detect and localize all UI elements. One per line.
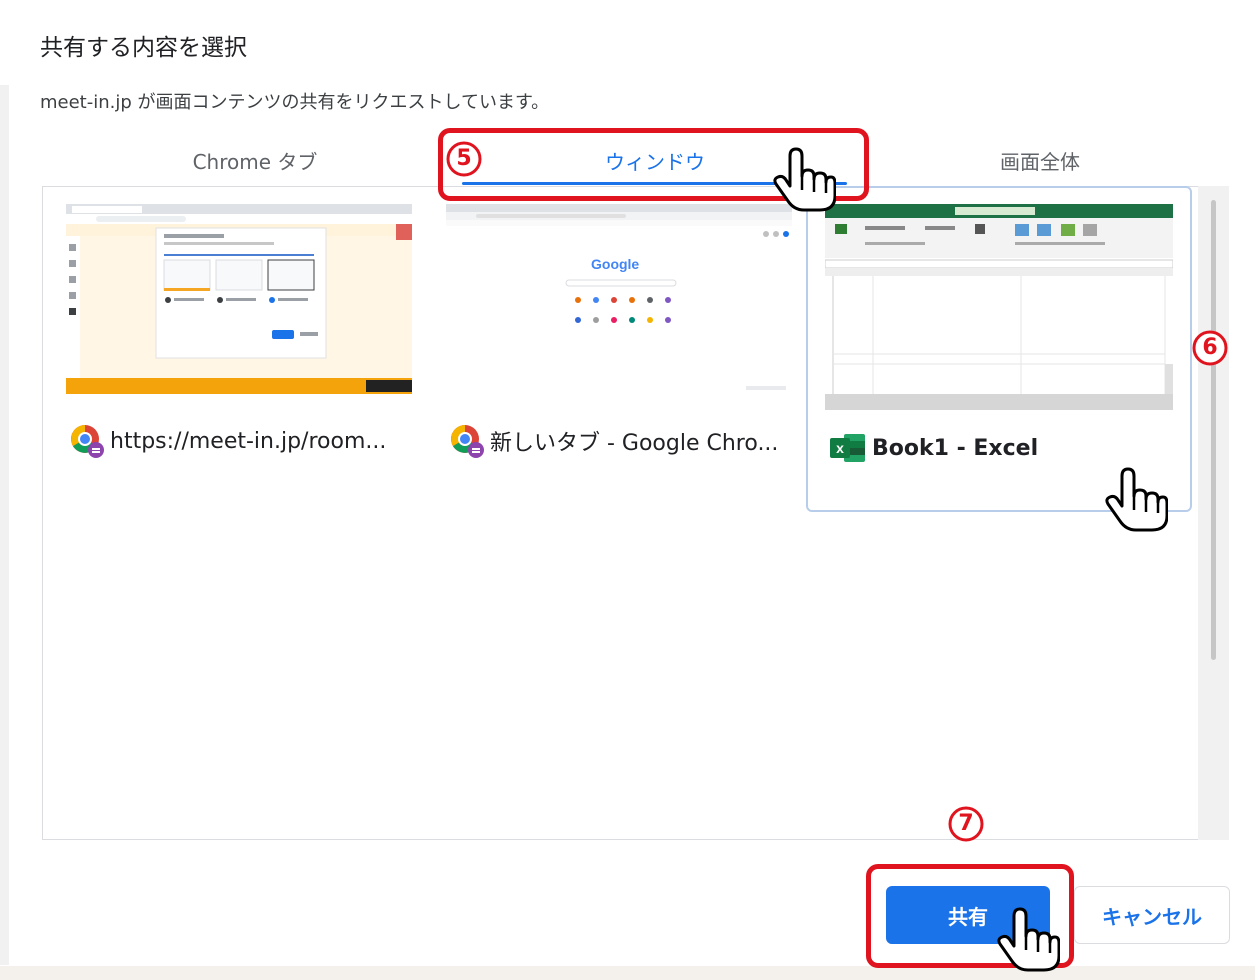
hand-pointer-icon	[1105, 467, 1168, 532]
google-logo: Google	[591, 256, 639, 272]
source-label-meet-in: https://meet-in.jp/room...	[70, 424, 386, 458]
thumbnail-new-tab: Google	[446, 204, 792, 394]
chrome-icon	[70, 424, 104, 458]
callout-number: 6	[1202, 335, 1218, 360]
tab-entire-screen[interactable]: 画面全体	[940, 145, 1140, 185]
dialog-subtitle: meet-in.jp が画面コンテンツの共有をリクエストしています。	[40, 92, 550, 113]
google-logo-text: Google	[591, 256, 640, 272]
source-title: https://meet-in.jp/room...	[110, 428, 387, 454]
source-title: Book1 - Excel	[872, 435, 1039, 461]
callout-7: 7	[948, 806, 984, 842]
scrollbar-thumb[interactable]	[1211, 200, 1216, 660]
background-edge-bottom	[0, 966, 1255, 980]
source-label-excel: x Book1 - Excel	[830, 433, 1038, 463]
thumbnail-meet-in	[66, 204, 412, 394]
hand-pointer-icon	[773, 147, 836, 212]
background-edge	[0, 85, 9, 965]
source-label-new-tab: 新しいタブ - Google Chro...	[450, 424, 778, 458]
hand-pointer-icon	[997, 907, 1060, 972]
callout-number: 7	[958, 811, 974, 836]
cancel-button[interactable]: キャンセル	[1074, 886, 1230, 944]
tab-chrome-tab[interactable]: Chrome タブ	[150, 145, 360, 185]
callout-6: 6	[1192, 330, 1228, 366]
callout-number: 5	[456, 146, 472, 171]
callout-5: 5	[446, 141, 482, 177]
chrome-icon	[450, 424, 484, 458]
excel-icon: x	[830, 433, 866, 463]
source-card-new-tab[interactable]: Google 新しいタブ - Google Chro...	[438, 196, 798, 496]
share-dialog: 共有する内容を選択 meet-in.jp が画面コンテンツの共有をリクエストして…	[0, 0, 1255, 980]
source-title: 新しいタブ - Google Chro...	[490, 431, 779, 456]
dialog-title: 共有する内容を選択	[40, 35, 247, 61]
source-card-meet-in[interactable]: https://meet-in.jp/room...	[58, 196, 428, 496]
svg-text:x: x	[836, 440, 844, 456]
thumbnail-excel	[825, 204, 1173, 410]
source-card-excel[interactable]: x Book1 - Excel	[806, 186, 1192, 512]
